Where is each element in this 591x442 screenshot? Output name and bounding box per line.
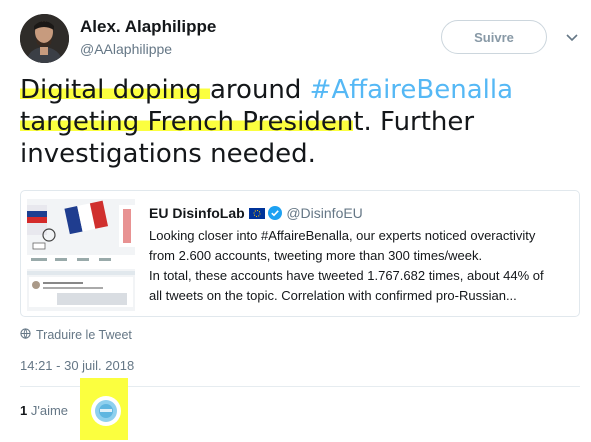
chevron-down-icon[interactable]	[562, 28, 582, 48]
follow-button[interactable]: Suivre	[441, 20, 547, 54]
liker-avatar[interactable]	[91, 396, 121, 426]
highlighted-text: Digital doping	[20, 75, 210, 105]
quoted-text-line: from 2.600 accounts, tweeting more than …	[149, 248, 483, 263]
quoted-author-handle: @DisinfoEU	[286, 205, 363, 221]
hashtag-link[interactable]: #AffaireBenalla	[301, 75, 513, 105]
quoted-text-line: all tweets on the topic. Correlation wit…	[149, 288, 517, 303]
tweet-text-segment: t. Further	[353, 107, 475, 137]
tweet-timestamp[interactable]: 14:21 - 30 juil. 2018	[20, 358, 134, 373]
quoted-tweet-card[interactable]: EU DisinfoLab @DisinfoEU Looking closer …	[20, 190, 580, 317]
quoted-tweet-text: Looking closer into #AffaireBenalla, our…	[149, 226, 569, 306]
quoted-text-line: Looking closer into #AffaireBenalla, our…	[149, 228, 536, 243]
quoted-author-name: EU DisinfoLab	[149, 205, 245, 221]
quoted-tweet-thumbnail	[27, 199, 135, 311]
highlighted-text: targeting French Presiden	[20, 107, 354, 137]
quoted-tweet-author[interactable]: EU DisinfoLab @DisinfoEU	[149, 205, 363, 221]
verified-badge-icon	[268, 205, 286, 221]
author-handle[interactable]: @AAlaphilippe	[80, 41, 172, 57]
tweet-text: Digital doping around #AffaireBenalla ta…	[20, 74, 575, 170]
tweet-text-segment: investigations needed.	[20, 139, 316, 169]
tweet-text-segment: around	[209, 75, 302, 105]
likes-number: 1	[20, 403, 28, 418]
translate-tweet-link[interactable]: Traduire le Tweet	[20, 328, 132, 342]
eu-flag-icon	[248, 205, 269, 221]
quoted-text-line: In total, these accounts have tweeted 1.…	[149, 268, 544, 283]
globe-icon	[20, 328, 31, 342]
translate-label: Traduire le Tweet	[36, 328, 132, 342]
user-avatar-photo	[20, 14, 69, 63]
author-display-name[interactable]: Alex. Alaphilippe	[80, 17, 216, 37]
author-avatar[interactable]	[20, 14, 69, 63]
likes-label: J'aime	[30, 403, 69, 418]
likes-count[interactable]: 1 J'aime	[20, 403, 68, 418]
liker-avatar-icon	[95, 400, 117, 422]
